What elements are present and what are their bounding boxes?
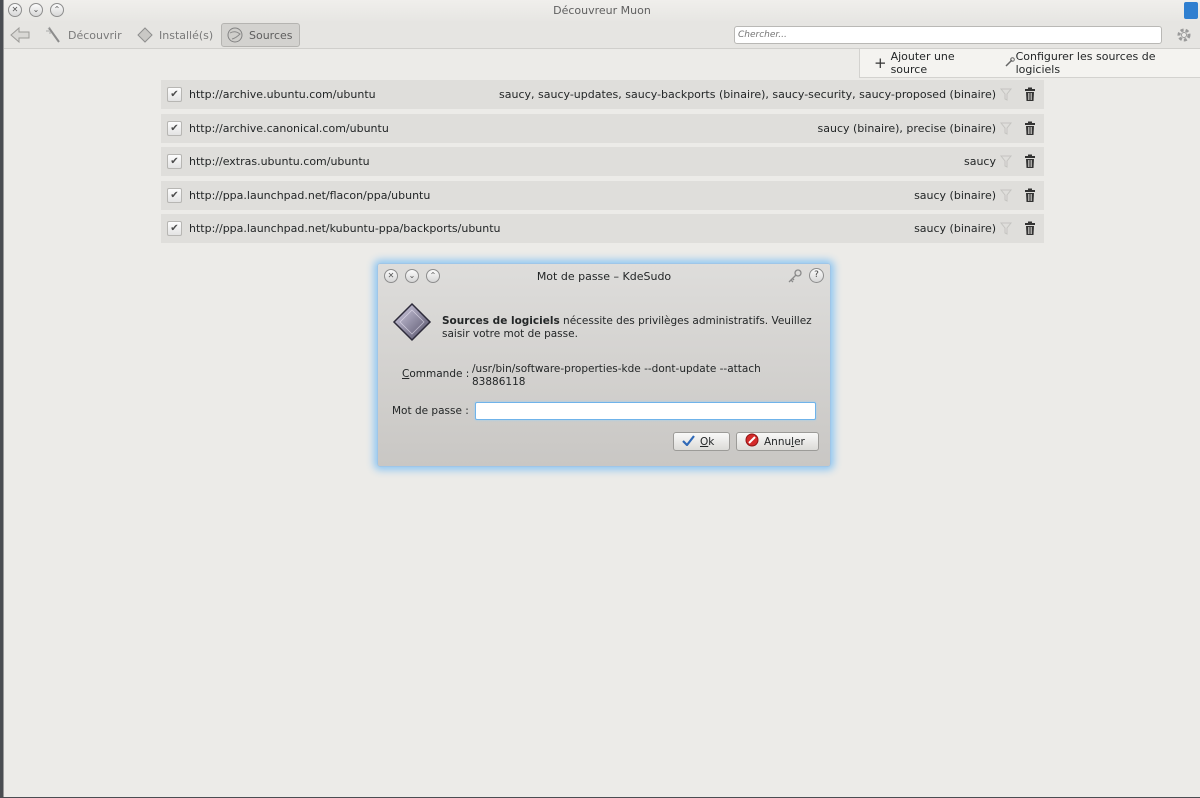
filter-icon[interactable] — [999, 188, 1013, 203]
configure-sources-label: Configurer les sources de logiciels — [1015, 50, 1156, 76]
tab-installed[interactable]: Installé(s) — [131, 23, 220, 47]
search-input[interactable] — [734, 26, 1162, 44]
globe-icon — [226, 26, 244, 44]
source-enabled-checkbox[interactable]: ✔ — [167, 221, 182, 236]
trash-icon[interactable] — [1024, 121, 1036, 136]
cancel-label-end: er — [794, 435, 805, 448]
back-arrow-icon[interactable] — [8, 24, 32, 46]
wrench-icon — [1005, 56, 1015, 70]
configure-sources-button[interactable]: Configurer les sources de logiciels — [1005, 50, 1200, 76]
add-source-label: Ajouter une source — [890, 50, 955, 76]
password-field[interactable] — [475, 402, 816, 420]
list-item: ✔ http://ppa.launchpad.net/flacon/ppa/ub… — [161, 180, 1044, 210]
filter-icon[interactable] — [999, 221, 1013, 236]
window-title: Découvreur Muon — [553, 4, 651, 17]
ok-button[interactable]: Ok — [673, 432, 730, 451]
list-item: ✔ http://archive.canonical.com/ubuntu sa… — [161, 113, 1044, 143]
source-url: http://archive.canonical.com/ubuntu — [189, 121, 389, 135]
source-suites: saucy — [963, 155, 996, 168]
tab-sources[interactable]: Sources — [221, 23, 300, 47]
list-item: ✔ http://ppa.launchpad.net/kubuntu-ppa/b… — [161, 214, 1044, 243]
dialog-message-app: Sources de logiciels — [442, 315, 560, 327]
magic-wand-icon — [45, 26, 63, 44]
tab-discover[interactable]: Découvrir — [40, 23, 129, 47]
muon-window: ✕ ⌄ ⌃ Découvreur Muon Découvrir Installé… — [3, 0, 1200, 797]
add-source-button[interactable]: + Ajouter une source — [874, 50, 993, 76]
trash-icon[interactable] — [1024, 87, 1036, 102]
command-value: /usr/bin/software-properties-kde --dont-… — [472, 363, 761, 388]
source-suites: saucy (binaire) — [914, 188, 996, 202]
list-item: ✔ http://archive.ubuntu.com/ubuntu saucy… — [161, 80, 1044, 109]
gear-icon[interactable] — [1174, 25, 1194, 45]
source-suites: saucy, saucy-updates, saucy-backports (b… — [499, 88, 996, 101]
cancel-label-start: Annu — [764, 435, 792, 448]
window-titlebar: ✕ ⌄ ⌃ Découvreur Muon — [4, 0, 1200, 21]
trash-icon[interactable] — [1024, 188, 1036, 203]
password-dialog: ✕ ⌄ ⌃ Mot de passe – KdeSudo ? Sources d… — [377, 263, 831, 467]
dialog-title: Mot de passe – KdeSudo — [536, 270, 672, 283]
source-enabled-checkbox[interactable]: ✔ — [167, 154, 182, 169]
source-suites: saucy (binaire) — [914, 222, 996, 235]
source-actions-bar: + Ajouter une source Configurer les sour… — [859, 49, 1200, 78]
trash-icon[interactable] — [1024, 154, 1036, 169]
tab-sources-label: Sources — [249, 28, 293, 42]
tab-discover-label: Découvrir — [68, 28, 122, 42]
main-toolbar: Découvrir Installé(s) Sources — [4, 21, 1200, 49]
source-suites: saucy (binaire), precise (binaire) — [817, 121, 997, 135]
source-enabled-checkbox[interactable]: ✔ — [167, 87, 182, 102]
tab-installed-label: Installé(s) — [159, 28, 214, 42]
source-enabled-checkbox[interactable]: ✔ — [167, 120, 182, 136]
ok-label-rest: k — [708, 435, 715, 448]
source-url: http://ppa.launchpad.net/kubuntu-ppa/bac… — [189, 222, 501, 235]
command-label-rest: ommande : — [409, 368, 470, 380]
checkmark-icon — [682, 434, 695, 449]
filter-icon[interactable] — [999, 121, 1013, 136]
source-list: ✔ http://archive.ubuntu.com/ubuntu saucy… — [161, 80, 1044, 248]
dialog-titlebar: ✕ ⌄ ⌃ Mot de passe – KdeSudo ? — [378, 264, 830, 288]
source-url: http://extras.ubuntu.com/ubuntu — [189, 155, 370, 168]
password-label: Mot de passe : — [392, 405, 469, 417]
trash-icon[interactable] — [1024, 221, 1036, 236]
filter-icon[interactable] — [999, 87, 1013, 102]
source-url: http://archive.ubuntu.com/ubuntu — [189, 88, 376, 101]
source-enabled-checkbox[interactable]: ✔ — [167, 187, 182, 203]
plus-icon: + — [874, 54, 887, 72]
key-icon[interactable] — [787, 268, 803, 284]
command-label: Commande : — [402, 368, 469, 380]
package-icon — [136, 26, 154, 44]
app-icon — [1184, 2, 1198, 19]
kde-security-icon — [392, 302, 432, 342]
dialog-message: Sources de logiciels nécessite des privi… — [442, 315, 812, 341]
cancel-button[interactable]: Annuler — [736, 432, 819, 451]
filter-icon[interactable] — [999, 154, 1013, 169]
source-url: http://ppa.launchpad.net/flacon/ppa/ubun… — [189, 188, 431, 202]
list-item: ✔ http://extras.ubuntu.com/ubuntu saucy — [161, 147, 1044, 176]
cancel-icon — [745, 433, 759, 450]
help-icon[interactable]: ? — [809, 268, 824, 283]
